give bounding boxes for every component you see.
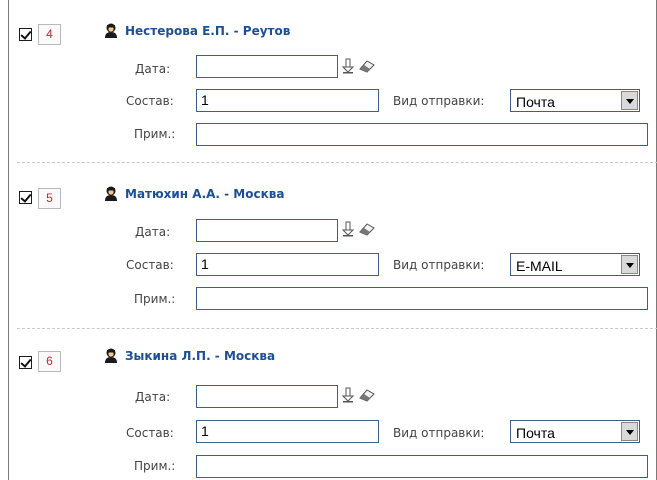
record-name-link[interactable]: Нестерова Е.П. - Реутов bbox=[125, 24, 290, 38]
send-type-select[interactable]: E-MAIL bbox=[510, 253, 640, 276]
send-type-label: Вид отправки: bbox=[393, 258, 485, 272]
note-field[interactable] bbox=[196, 123, 648, 146]
composition-label: Состав: bbox=[126, 258, 174, 272]
note-label: Прим.: bbox=[134, 459, 176, 473]
note-field[interactable] bbox=[196, 455, 648, 478]
date-field[interactable] bbox=[196, 385, 338, 408]
record-item: 5 Матюхин А.А. - Москва Дата: Состав: 1 … bbox=[9, 164, 657, 326]
person-icon bbox=[105, 23, 117, 38]
record-divider bbox=[17, 328, 657, 329]
date-label: Дата: bbox=[135, 62, 171, 76]
send-type-value: Почта bbox=[516, 94, 555, 110]
chevron-down-icon[interactable] bbox=[621, 255, 638, 274]
composition-label: Состав: bbox=[126, 94, 174, 108]
record-number: 6 bbox=[38, 351, 61, 372]
record-name-link[interactable]: Матюхин А.А. - Москва bbox=[125, 187, 284, 201]
send-type-label: Вид отправки: bbox=[393, 426, 485, 440]
chevron-down-icon[interactable] bbox=[621, 91, 638, 110]
date-field[interactable] bbox=[196, 219, 338, 242]
date-label: Дата: bbox=[135, 390, 171, 404]
send-type-select[interactable]: Почта bbox=[510, 89, 640, 112]
note-field[interactable] bbox=[196, 287, 648, 310]
eraser-icon[interactable] bbox=[358, 59, 376, 73]
record-number: 5 bbox=[38, 188, 61, 209]
record-item: 6 Зыкина Л.П. - Москва Дата: Состав: 1 В… bbox=[9, 330, 657, 480]
record-number: 4 bbox=[38, 24, 61, 45]
record-checkbox[interactable] bbox=[19, 28, 32, 41]
eraser-icon[interactable] bbox=[358, 388, 376, 402]
composition-field[interactable]: 1 bbox=[196, 253, 379, 276]
send-type-label: Вид отправки: bbox=[393, 94, 485, 108]
down-arrow-icon[interactable] bbox=[342, 221, 356, 237]
record-item: 4 Нестерова Е.П. - Реутов Дата: Состав: … bbox=[9, 0, 657, 162]
record-name-link[interactable]: Зыкина Л.П. - Москва bbox=[125, 349, 275, 363]
person-icon bbox=[105, 348, 117, 363]
chevron-down-icon[interactable] bbox=[621, 422, 638, 441]
composition-field[interactable]: 1 bbox=[196, 420, 379, 443]
send-type-value: E-MAIL bbox=[516, 258, 563, 274]
eraser-icon[interactable] bbox=[358, 222, 376, 236]
note-label: Прим.: bbox=[134, 127, 176, 141]
person-icon bbox=[105, 186, 117, 201]
composition-field[interactable]: 1 bbox=[196, 89, 379, 112]
down-arrow-icon[interactable] bbox=[342, 387, 356, 403]
send-type-select[interactable]: Почта bbox=[510, 420, 640, 443]
note-label: Прим.: bbox=[134, 292, 176, 306]
record-checkbox[interactable] bbox=[19, 191, 32, 204]
records-panel: 4 Нестерова Е.П. - Реутов Дата: Состав: … bbox=[8, 0, 657, 480]
record-checkbox[interactable] bbox=[19, 356, 32, 369]
send-type-value: Почта bbox=[516, 425, 555, 441]
date-field[interactable] bbox=[196, 55, 338, 78]
composition-label: Состав: bbox=[126, 426, 174, 440]
down-arrow-icon[interactable] bbox=[342, 58, 356, 74]
date-label: Дата: bbox=[135, 225, 171, 239]
record-divider bbox=[17, 162, 657, 163]
